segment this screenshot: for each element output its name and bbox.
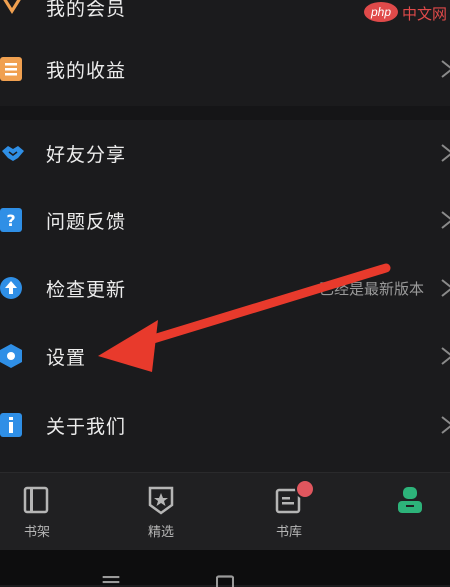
menu-item-label: 我的收益 — [46, 56, 126, 83]
update-arrow-icon — [0, 276, 24, 300]
chevron-right-icon — [440, 415, 450, 435]
info-icon — [0, 413, 24, 437]
earnings-icon — [0, 57, 24, 81]
chevron-right-icon — [440, 59, 450, 79]
tab-featured[interactable]: 精选 — [116, 473, 206, 551]
chevron-right-icon — [440, 210, 450, 230]
chevron-right-icon — [440, 278, 450, 298]
handshake-icon — [0, 141, 26, 165]
tab-label: 精选 — [116, 521, 206, 540]
menu-item-earnings[interactable]: 我的收益 — [0, 36, 450, 102]
menu-item-label: 我的会员 — [46, 0, 126, 21]
chevron-right-icon — [440, 143, 450, 163]
section-divider — [0, 106, 450, 120]
tab-label: 书架 — [0, 521, 82, 540]
menu-item-about[interactable]: 关于我们 — [0, 392, 450, 458]
system-navigation-bar — [0, 550, 450, 585]
menu-item-share-friends[interactable]: 好友分享 — [0, 120, 450, 186]
svg-text:?: ? — [6, 211, 15, 230]
profile-icon — [395, 485, 425, 515]
hexagon-settings-icon — [0, 344, 24, 368]
menu-item-check-update[interactable]: 检查更新 已经是最新版本 — [0, 255, 450, 321]
bookshelf-icon — [22, 485, 52, 515]
home-square-icon[interactable] — [216, 575, 234, 587]
tab-library[interactable]: 书库 — [244, 473, 334, 551]
php-watermark: php 中文网 — [362, 0, 450, 26]
menu-item-feedback[interactable]: ? 问题反馈 — [0, 187, 450, 253]
crown-icon — [0, 0, 24, 18]
menu-item-label: 关于我们 — [46, 412, 126, 439]
tab-label: 书库 — [244, 521, 334, 540]
notification-badge — [295, 479, 315, 499]
menu-item-label: 好友分享 — [46, 140, 126, 167]
question-icon: ? — [0, 208, 24, 232]
chevron-right-icon — [440, 346, 450, 366]
menu-item-label: 问题反馈 — [46, 207, 126, 234]
menu-item-label: 设置 — [46, 343, 86, 370]
tab-bookshelf[interactable]: 书架 — [0, 473, 82, 551]
bottom-tab-bar: 书架 精选 书库 — [0, 472, 450, 551]
featured-star-icon — [146, 485, 176, 515]
tab-profile[interactable] — [365, 473, 450, 551]
watermark-logo: php — [364, 2, 398, 22]
menu-item-settings[interactable]: 设置 — [0, 323, 450, 389]
menu-item-label: 检查更新 — [46, 275, 126, 302]
version-status-text: 已经是最新版本 — [319, 278, 424, 299]
watermark-text: 中文网 — [402, 3, 447, 24]
